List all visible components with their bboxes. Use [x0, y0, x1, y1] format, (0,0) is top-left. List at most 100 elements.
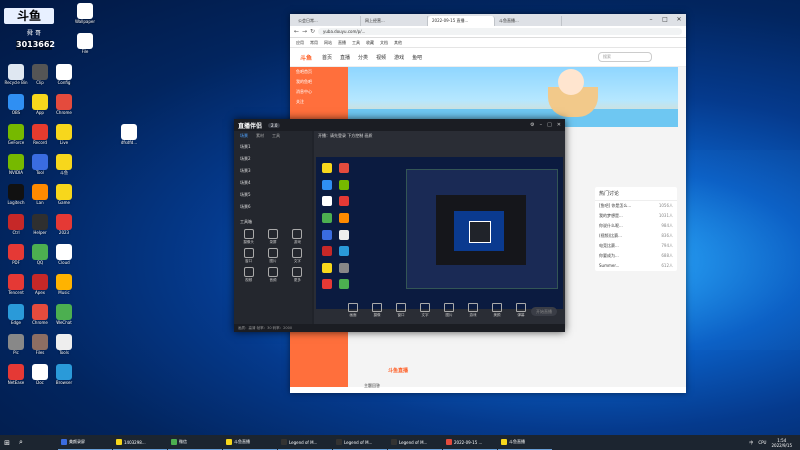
desktop-icon[interactable]: Edge: [3, 304, 29, 325]
desktop-icon[interactable]: WeChat: [51, 304, 77, 325]
site-nav-item[interactable]: 直播: [340, 54, 350, 61]
desktop-icon[interactable]: Record: [27, 124, 53, 145]
clock[interactable]: 1:54 2022/9/15: [771, 438, 792, 448]
desktop-icon[interactable]: Files: [27, 334, 53, 355]
search-icon[interactable]: ⌕: [14, 438, 28, 447]
hot-topic-item[interactable]: [鱼吧] 你是怎么... 1056人: [595, 201, 677, 211]
toolbox-item[interactable]: 更多: [287, 267, 308, 283]
minimize-icon[interactable]: –: [540, 122, 543, 128]
scene-item[interactable]: 场景6: [234, 201, 312, 213]
desktop-icon[interactable]: Recycle Bin: [3, 64, 29, 85]
toolbox-item[interactable]: 图片: [262, 248, 283, 264]
hot-topic-item[interactable]: 你说什么呢... 984人: [595, 221, 677, 231]
taskbar-item[interactable]: 美颜录屏: [58, 436, 112, 450]
back-icon[interactable]: ←: [294, 28, 302, 35]
toolbar-button[interactable]: 美颜: [488, 303, 506, 318]
scene-item[interactable]: 场景2: [234, 153, 312, 165]
left-menu-item[interactable]: 我的鱼吧: [290, 77, 348, 87]
left-menu-item[interactable]: 关注: [290, 97, 348, 107]
start-icon[interactable]: ⊞: [0, 439, 14, 447]
toolbox-item[interactable]: 游戏: [287, 229, 308, 245]
site-nav-item[interactable]: 分类: [358, 54, 368, 61]
taskbar-item[interactable]: Legend of M...: [278, 436, 332, 450]
left-menu-item[interactable]: 鱼吧首页: [290, 67, 348, 77]
site-nav-item[interactable]: 游戏: [394, 54, 404, 61]
desktop-icon[interactable]: Game: [51, 184, 77, 205]
desktop-icon[interactable]: Chrome: [51, 94, 77, 115]
hot-topic-item[interactable]: (视频)比赛... 836人: [595, 231, 677, 241]
desktop-icon[interactable]: Logitech: [3, 184, 29, 205]
desktop-icon[interactable]: Config: [51, 64, 77, 85]
maximize-icon[interactable]: □: [658, 14, 672, 26]
taskbar-item[interactable]: Legend of M...: [388, 436, 442, 450]
maximize-icon[interactable]: □: [547, 122, 552, 128]
scene-item[interactable]: 场景5: [234, 189, 312, 201]
close-icon[interactable]: ✕: [557, 122, 561, 128]
toolbar-button[interactable]: 图片: [440, 303, 458, 318]
hot-topic-item[interactable]: 你要成为... 688人: [595, 251, 677, 261]
desktop-icon[interactable]: Ctrl: [3, 214, 29, 235]
go-live-button[interactable]: 开始直播: [531, 307, 557, 316]
hot-topic-item[interactable]: 我的梦想是... 1031人: [595, 211, 677, 221]
bookmark-item[interactable]: 常用: [310, 38, 318, 47]
taskbar-item[interactable]: 斗鱼直播: [223, 436, 277, 450]
hot-topic-item[interactable]: Summer... 612人: [595, 261, 677, 271]
bookmark-item[interactable]: 收藏: [366, 38, 374, 47]
desktop-icon[interactable]: Tencent: [3, 274, 29, 295]
desktop-file[interactable]: dfsdfd...: [116, 124, 142, 145]
stream-preview[interactable]: [316, 157, 563, 309]
toolbar-button[interactable]: 弹幕: [512, 303, 530, 318]
desktop-icon[interactable]: Apex: [27, 274, 53, 295]
browser-tab-active[interactable]: 2022-09-15 直播...: [428, 16, 495, 26]
browser-tab[interactable]: 公会日常...: [294, 16, 361, 26]
taskbar-item[interactable]: Legend of M...: [333, 436, 387, 450]
sidebar-tab[interactable]: 素材: [256, 133, 264, 139]
toolbox-item[interactable]: 窗口: [238, 248, 259, 264]
site-logo[interactable]: 斗鱼: [300, 53, 312, 62]
bookmark-item[interactable]: 网站: [324, 38, 332, 47]
desktop-icon[interactable]: NetEase: [3, 364, 29, 385]
scene-item[interactable]: 场景1: [234, 141, 312, 153]
browser-tab[interactable]: 斗鱼直播...: [495, 16, 562, 26]
desktop-icon[interactable]: Live: [51, 124, 77, 145]
desktop-icon[interactable]: Wallpaper: [72, 3, 98, 24]
url-input[interactable]: yuba.douyu.com/p/...: [318, 28, 682, 35]
site-nav-item[interactable]: 鱼吧: [412, 54, 422, 61]
taskbar-item[interactable]: 2022-09-15 ...: [443, 436, 497, 450]
desktop-icon[interactable]: App: [27, 94, 53, 115]
desktop-icon[interactable]: Tool: [27, 154, 53, 175]
desktop-icon[interactable]: OBS: [3, 94, 29, 115]
cpu-indicator[interactable]: CPU: [758, 440, 766, 445]
desktop-icon[interactable]: File: [72, 33, 98, 54]
close-icon[interactable]: ✕: [672, 14, 686, 26]
toolbar-button[interactable]: 游戏: [464, 303, 482, 318]
taskbar-item[interactable]: 1403298...: [113, 436, 167, 450]
site-banner[interactable]: [348, 67, 678, 127]
desktop-icon[interactable]: Doc: [27, 364, 53, 385]
desktop-icon[interactable]: GeForce: [3, 124, 29, 145]
site-search-input[interactable]: 搜索: [598, 52, 652, 62]
desktop-icon[interactable]: Tools: [51, 334, 77, 355]
desktop-icon[interactable]: Helper: [27, 214, 53, 235]
toolbar-button[interactable]: 摄像: [368, 303, 386, 318]
sidebar-tab[interactable]: 场景: [240, 133, 248, 139]
desktop-icon[interactable]: QQ: [27, 244, 53, 265]
hot-topic-item[interactable]: 电竞比赛... 794人: [595, 241, 677, 251]
toolbar-button[interactable]: 窗口: [392, 303, 410, 318]
desktop-icon[interactable]: PDF: [3, 244, 29, 265]
bookmark-item[interactable]: 文档: [380, 38, 388, 47]
scene-item[interactable]: 场景3: [234, 165, 312, 177]
desktop-icon[interactable]: NVIDIA: [3, 154, 29, 175]
promo-label[interactable]: 斗鱼直播: [388, 367, 408, 374]
taskbar-item[interactable]: 微信: [168, 436, 222, 450]
desktop-icon[interactable]: Chrome: [27, 304, 53, 325]
browser-tab[interactable]: 网上经营...: [361, 16, 428, 26]
toolbox-item[interactable]: 摄像头: [238, 229, 259, 245]
forward-icon[interactable]: →: [302, 28, 310, 35]
desktop-icon[interactable]: Cloud: [51, 244, 77, 265]
left-menu-item[interactable]: 消息中心: [290, 87, 348, 97]
minimize-icon[interactable]: –: [644, 14, 658, 26]
desktop-icon[interactable]: Browser: [51, 364, 77, 385]
desktop-icon[interactable]: Music: [51, 274, 77, 295]
toolbar-button[interactable]: 画面: [344, 303, 362, 318]
